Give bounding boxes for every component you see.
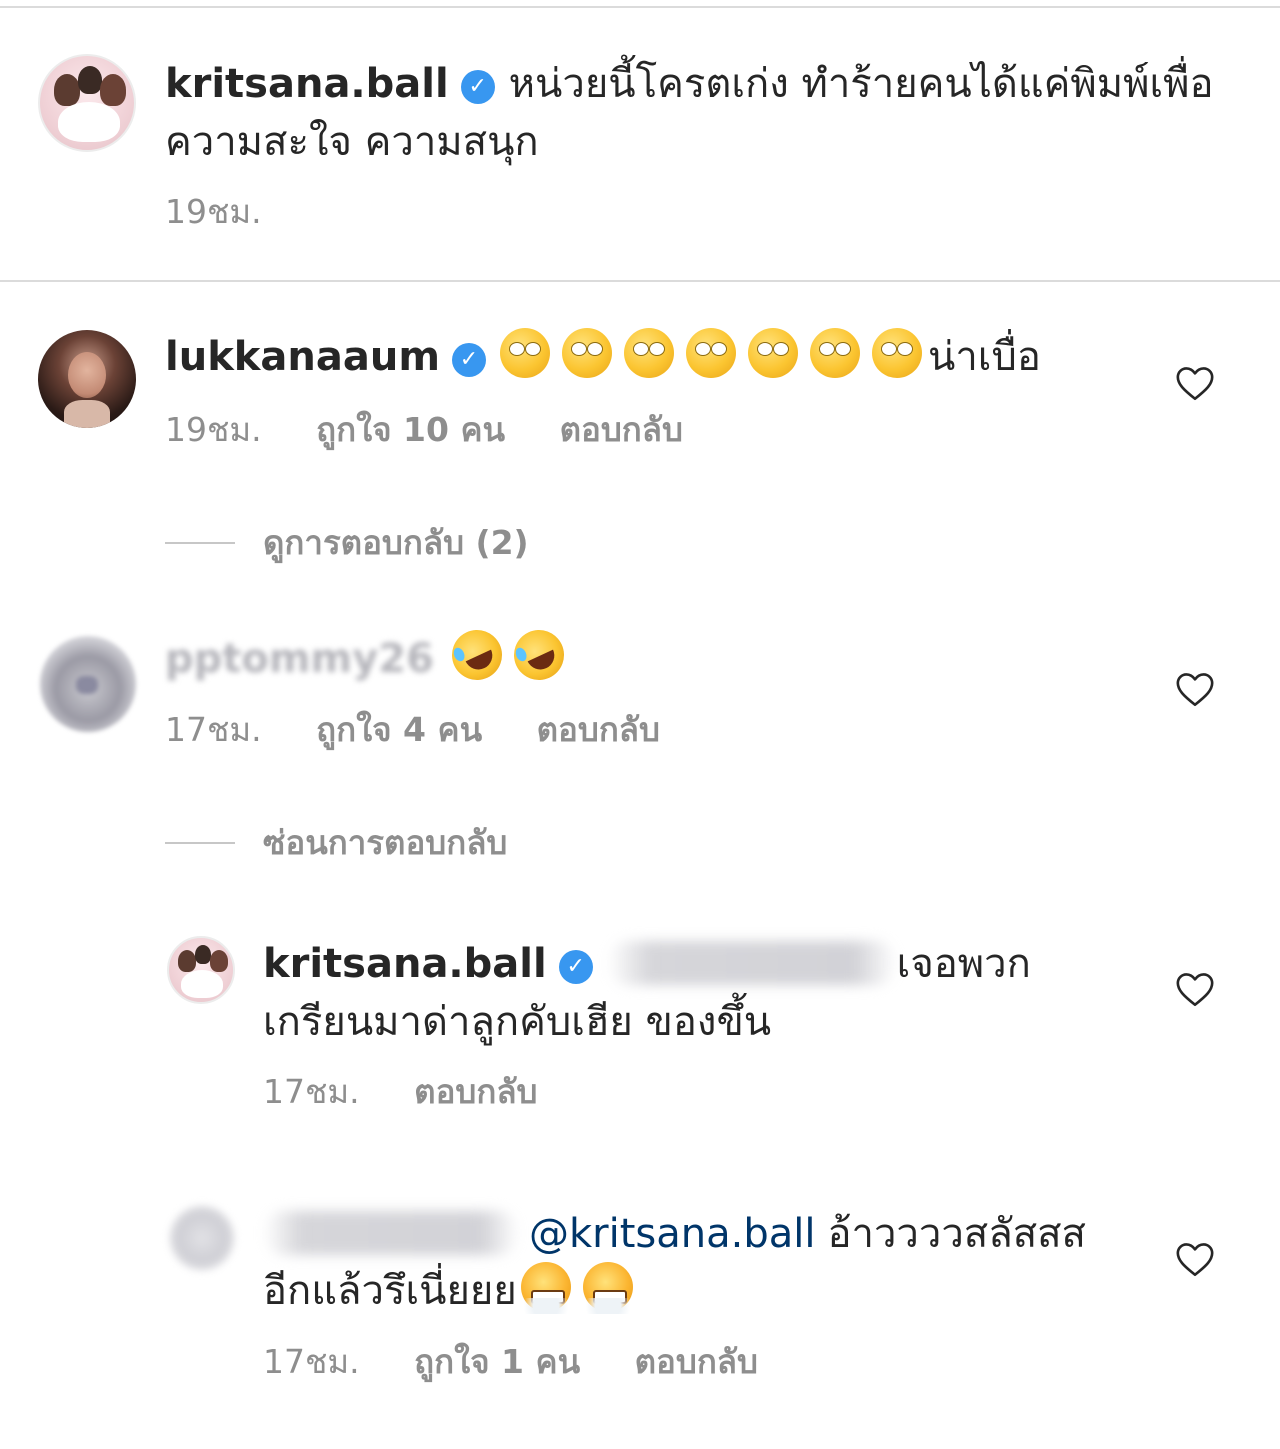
comment-2-reply-button[interactable]: ตอบกลับ [537, 710, 660, 749]
rofl-emoji-icon [443, 621, 511, 689]
hide-replies-button[interactable]: ซ่อนการตอบกลับ [263, 823, 507, 863]
thread-line [165, 842, 235, 844]
heart-outline-icon[interactable] [1175, 672, 1215, 708]
caption-divider [0, 280, 1280, 282]
verified-badge-icon: ✓ [452, 343, 486, 377]
reply-avatar[interactable] [167, 936, 235, 1004]
verified-badge-icon: ✓ [558, 950, 593, 984]
comment-2-line: pptommy26 [165, 621, 576, 689]
heart-outline-icon[interactable] [1175, 972, 1215, 1008]
comment-1-line: lukkanaaum ✓ น่าเบื่อ [165, 328, 1041, 385]
thread-line [165, 542, 235, 544]
blurred-username [263, 1211, 519, 1255]
reply-1-line-2: เกรียนมาด่าลูกคับเฮีย ของขึ้น [263, 994, 771, 1050]
reply-1-text-2: เกรียนมาด่าลูกคับเฮีย ของขึ้น [263, 999, 772, 1045]
comment-1-username[interactable]: lukkanaaum [165, 334, 440, 380]
comment-1-text: น่าเบื่อ [928, 334, 1041, 380]
reply-2-mention[interactable]: @kritsana.ball [529, 1211, 815, 1257]
top-divider [0, 6, 1280, 8]
heart-outline-icon[interactable] [1175, 1242, 1215, 1278]
rolling-eyes-emoji-icon [872, 328, 922, 378]
reply-1-timestamp[interactable]: 17ชม. [263, 1072, 360, 1111]
caption-line-2: ความสะใจ ความสนุก [165, 114, 539, 170]
reply-2-reply-button[interactable]: ตอบกลับ [635, 1342, 758, 1381]
verified-badge-icon: ✓ [460, 70, 495, 104]
rolling-eyes-emoji-icon [562, 328, 612, 378]
reply-1-line-1: kritsana.ball ✓ เจอพวก [263, 936, 1031, 992]
rolling-eyes-emoji-icon [500, 328, 550, 378]
reply-2-line-2: อีกแล้วรึเนี่ยยย [263, 1262, 645, 1319]
rolling-eyes-emoji-icon [624, 328, 674, 378]
reply-2-meta: 17ชม. ถูกใจ 1 คน ตอบกลับ [263, 1342, 758, 1382]
comment-2-likes[interactable]: ถูกใจ 4 คน [316, 710, 482, 749]
caption-avatar[interactable] [38, 54, 136, 152]
caption-text-1: หน่วยนี้โครตเก่ง ทำร้ายคนได้แค่พิมพ์เพื่… [508, 61, 1214, 107]
rofl-emoji-icon [505, 621, 573, 689]
reply-1-reply-button[interactable]: ตอบกลับ [414, 1072, 537, 1111]
rolling-eyes-emoji-icon [748, 328, 798, 378]
reply-2-likes[interactable]: ถูกใจ 1 คน [414, 1342, 580, 1381]
heart-outline-icon[interactable] [1175, 366, 1215, 402]
caption-text-2: ความสะใจ ความสนุก [165, 119, 539, 165]
rolling-eyes-emoji-icon [810, 328, 860, 378]
caption-username[interactable]: kritsana.ball [165, 61, 449, 107]
caption-meta: 19ชม. [165, 192, 262, 232]
reply-2-text-2: อีกแล้วรึเนี่ยยย [263, 1268, 517, 1314]
view-replies-button[interactable]: ดูการตอบกลับ (2) [263, 523, 529, 563]
reply-2-line-1: @kritsana.ball อ้าววววสลัสสส [263, 1206, 1086, 1262]
comment-avatar[interactable] [40, 636, 136, 732]
comment-1-timestamp[interactable]: 19ชม. [165, 410, 262, 449]
reply-1-username[interactable]: kritsana.ball [263, 941, 547, 987]
reply-1-text-1: เจอพวก [896, 941, 1031, 987]
steam-nose-emoji-icon [576, 1262, 639, 1314]
steam-nose-emoji-icon [514, 1262, 577, 1314]
blurred-mention [606, 941, 897, 985]
reply-2-text-1: อ้าววววสลัสสส [827, 1211, 1086, 1257]
comment-2-meta: 17ชม. ถูกใจ 4 คน ตอบกลับ [165, 710, 660, 750]
caption-line-1: kritsana.ball ✓ หน่วยนี้โครตเก่ง ทำร้ายคนไ… [165, 56, 1214, 112]
comment-1-meta: 19ชม. ถูกใจ 10 คน ตอบกลับ [165, 410, 683, 450]
comment-2-timestamp[interactable]: 17ชม. [165, 710, 262, 749]
comment-1-reply-button[interactable]: ตอบกลับ [560, 410, 683, 449]
comment-avatar[interactable] [38, 330, 136, 428]
reply-1-meta: 17ชม. ตอบกลับ [263, 1072, 538, 1112]
caption-timestamp[interactable]: 19ชม. [165, 192, 262, 231]
reply-2-timestamp[interactable]: 17ชม. [263, 1342, 360, 1381]
comment-1-likes[interactable]: ถูกใจ 10 คน [316, 410, 505, 449]
rolling-eyes-emoji-icon [686, 328, 736, 378]
comment-2-username[interactable]: pptommy26 [165, 636, 434, 682]
reply-avatar[interactable] [170, 1206, 234, 1270]
